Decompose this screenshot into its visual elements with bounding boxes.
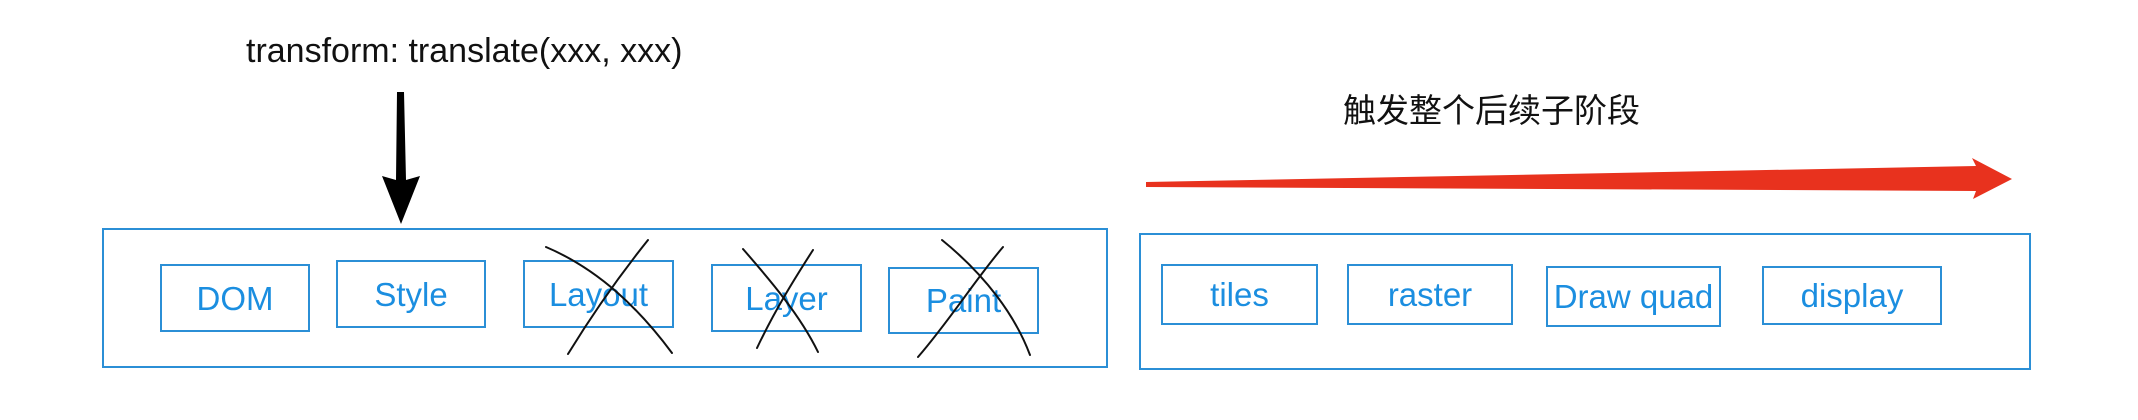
stage-raster: raster	[1347, 264, 1513, 325]
stage-paint: Paint	[888, 267, 1039, 334]
trigger-arrow-shape	[1146, 158, 2012, 199]
stage-tiles: tiles	[1161, 264, 1318, 325]
down-arrow-icon	[382, 92, 420, 224]
trigger-arrow-icon	[1146, 158, 2012, 199]
stage-layout: Layout	[523, 260, 674, 328]
trigger-caption: 触发整个后续子阶段	[1343, 91, 1640, 130]
stage-draw-quad: Draw quad	[1546, 266, 1721, 327]
transform-caption: transform: translate(xxx, xxx)	[246, 32, 683, 70]
stage-layer: Layer	[711, 264, 862, 332]
stage-dom: DOM	[160, 264, 310, 332]
down-arrow-shape	[382, 92, 420, 224]
stage-display: display	[1762, 266, 1942, 325]
stage-style: Style	[336, 260, 486, 328]
